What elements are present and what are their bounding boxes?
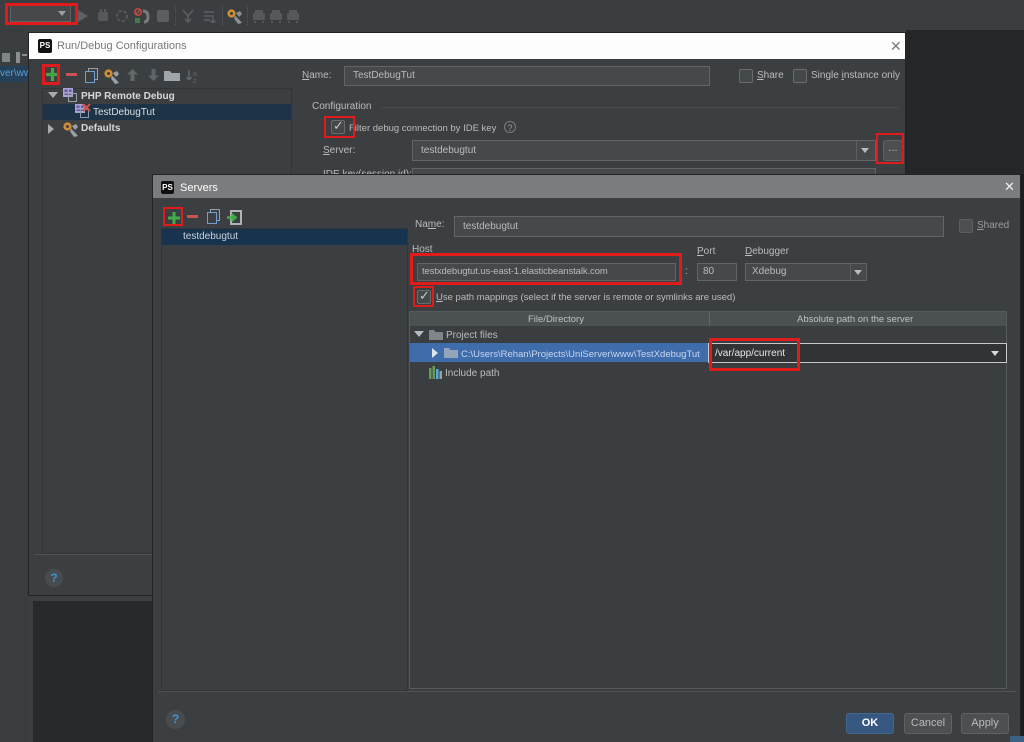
svg-text:a: a [193, 71, 197, 78]
svg-text:z: z [193, 78, 197, 83]
